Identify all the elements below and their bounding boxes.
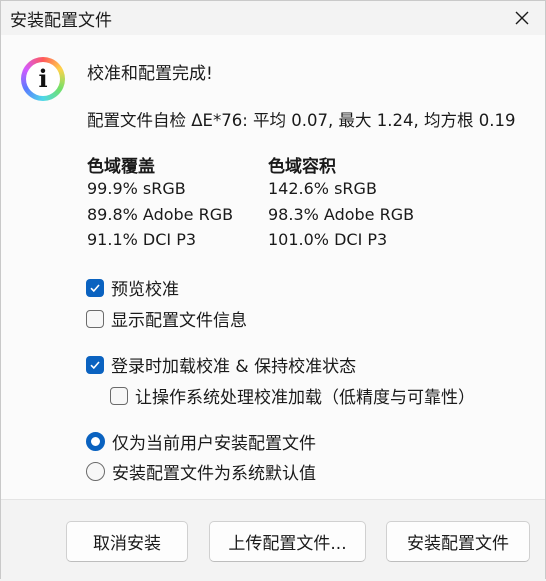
preview-calibration-checkbox[interactable]: 预览校准: [86, 275, 179, 300]
os-handles-loading-label: 让操作系统处理校准加载（低精度与可靠性）: [135, 388, 475, 408]
title-bar: 安装配置文件: [1, 1, 545, 35]
os-handles-loading-checkbox[interactable]: 让操作系统处理校准加载（低精度与可靠性）: [110, 383, 475, 408]
radio-selected[interactable]: [86, 432, 105, 451]
checkbox-checked[interactable]: [86, 278, 104, 297]
checkmark-icon: [90, 360, 100, 369]
install-profile-button[interactable]: 安装配置文件: [386, 521, 530, 562]
coverage-dci-p3: 91.1% DCI P3: [87, 230, 197, 249]
install-current-user-label: 仅为当前用户安装配置文件: [112, 434, 316, 454]
window-title: 安装配置文件: [10, 11, 112, 31]
preview-calibration-label: 预览校准: [111, 280, 179, 300]
info-icon: i: [21, 57, 65, 101]
close-button[interactable]: [499, 1, 545, 35]
show-profile-info-label: 显示配置文件信息: [111, 311, 247, 331]
volume-dci-p3: 101.0% DCI P3: [268, 230, 388, 249]
info-icon-face: i: [26, 62, 60, 96]
coverage-srgb: 99.9% sRGB: [87, 179, 186, 198]
volume-srgb: 142.6% sRGB: [268, 179, 377, 198]
info-glyph: i: [38, 64, 48, 93]
install-system-default-label: 安装配置文件为系统默认值: [112, 464, 316, 484]
checkbox-unchecked[interactable]: [110, 386, 128, 405]
checkbox-unchecked[interactable]: [86, 309, 104, 328]
install-profile-dialog: 安装配置文件 i 校准和配置完成! 配置文件自检 ΔE*76: 平均 0.07,…: [0, 0, 546, 581]
headline: 校准和配置完成!: [87, 64, 213, 84]
coverage-adobe-rgb: 89.8% Adobe RGB: [87, 205, 234, 224]
install-current-user-radio[interactable]: 仅为当前用户安装配置文件: [86, 429, 316, 454]
radio-unselected[interactable]: [86, 462, 105, 481]
volume-adobe-rgb: 98.3% Adobe RGB: [268, 205, 415, 224]
close-icon: [515, 11, 529, 25]
self-check-result: 配置文件自检 ΔE*76: 平均 0.07, 最大 1.24, 均方根 0.19: [87, 111, 516, 130]
load-on-login-label: 登录时加载校准 & 保持校准状态: [111, 357, 357, 377]
install-system-default-radio[interactable]: 安装配置文件为系统默认值: [86, 459, 316, 484]
gamut-coverage-title: 色域覆盖: [87, 157, 155, 177]
cancel-install-button[interactable]: 取消安装: [66, 521, 188, 562]
checkbox-checked[interactable]: [86, 355, 104, 374]
upload-profile-button[interactable]: 上传配置文件...: [209, 521, 366, 562]
gamut-volume-title: 色域容积: [268, 157, 336, 177]
load-on-login-checkbox[interactable]: 登录时加载校准 & 保持校准状态: [86, 352, 356, 377]
show-profile-info-checkbox[interactable]: 显示配置文件信息: [86, 306, 247, 331]
checkmark-icon: [90, 283, 100, 292]
